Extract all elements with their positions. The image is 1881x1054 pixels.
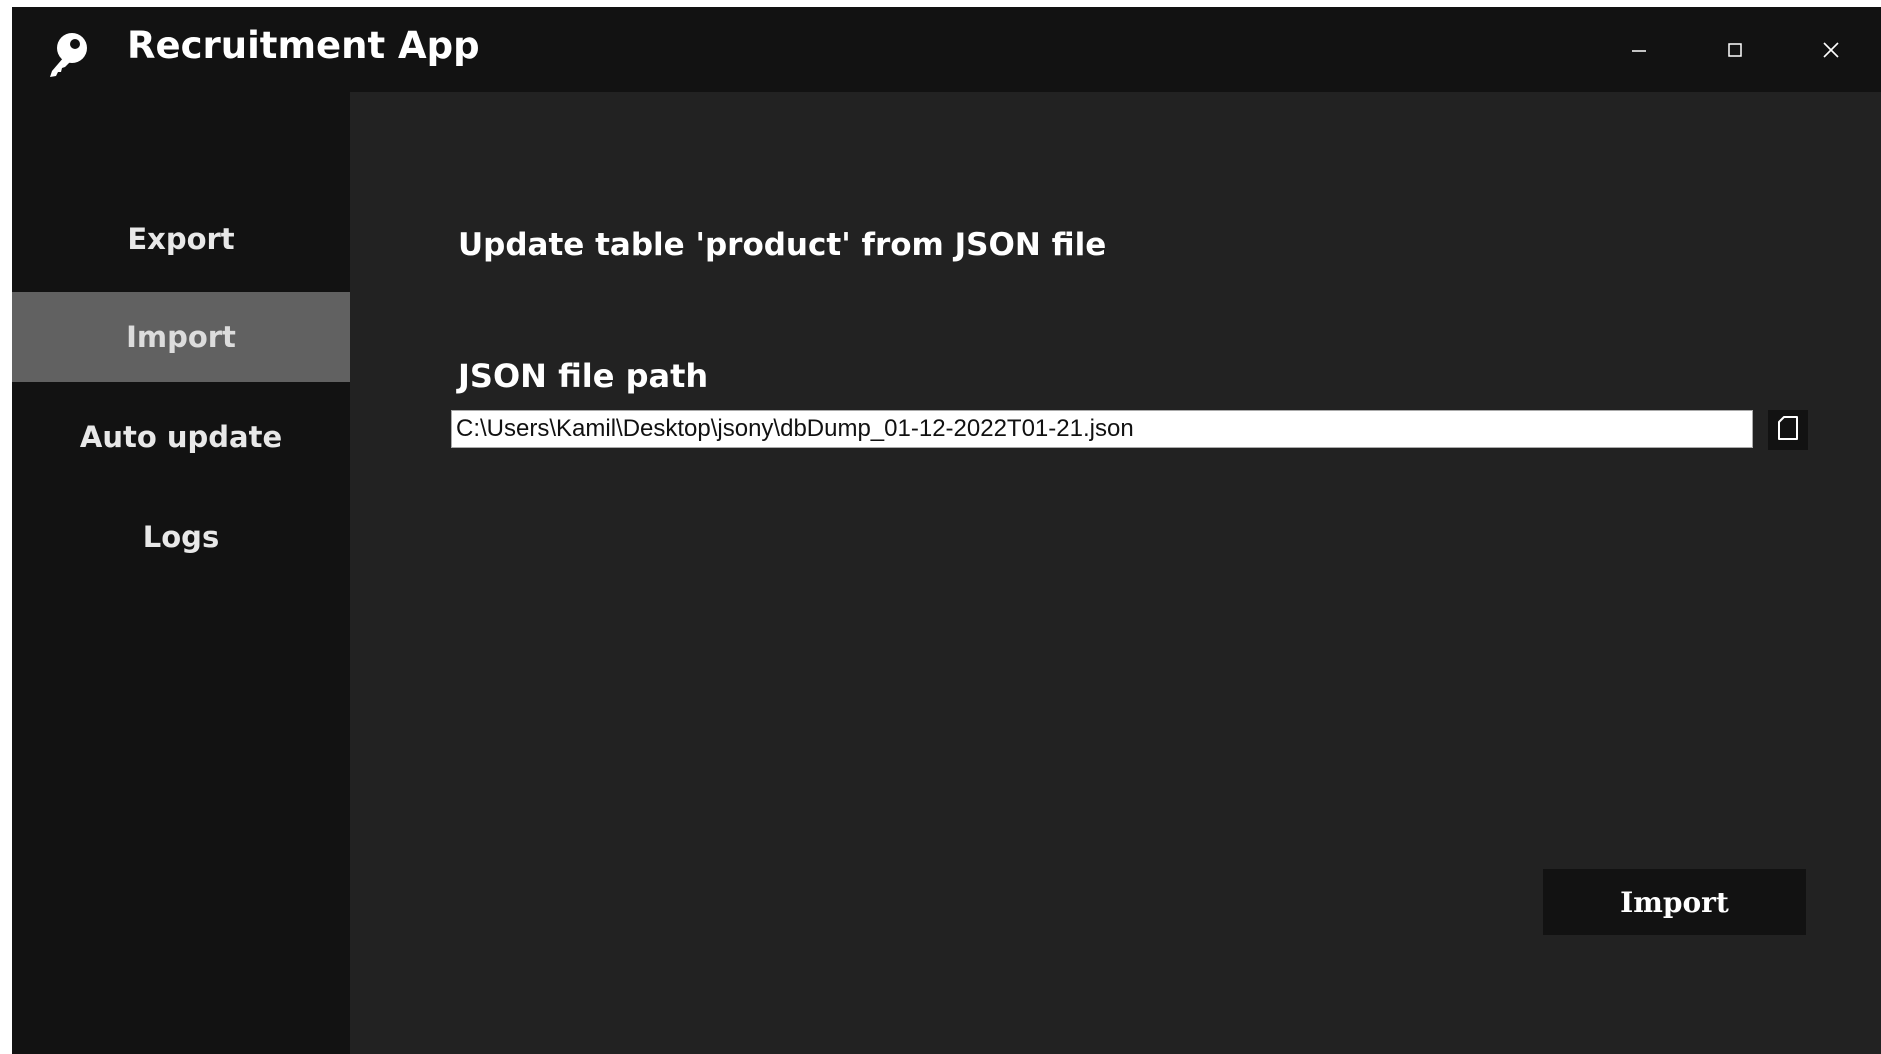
browse-file-button[interactable] <box>1768 410 1808 450</box>
sidebar-item-label: Import <box>126 320 236 354</box>
sidebar-item-label: Export <box>127 222 235 256</box>
minimize-button[interactable] <box>1609 27 1669 77</box>
key-icon <box>42 29 92 79</box>
sidebar-item-label: Auto update <box>79 420 283 454</box>
file-icon <box>1775 414 1801 446</box>
minimize-icon <box>1629 40 1649 64</box>
page-title: Update table 'product' from JSON file <box>458 227 1107 263</box>
close-button[interactable] <box>1801 27 1861 77</box>
close-icon <box>1821 40 1841 64</box>
sidebar-item-logs[interactable]: Logs <box>12 492 350 582</box>
sidebar: Export Import Auto update Logs <box>12 92 350 1054</box>
maximize-button[interactable] <box>1705 27 1765 77</box>
maximize-icon <box>1725 40 1745 64</box>
sidebar-item-export[interactable]: Export <box>12 194 350 284</box>
title-bar: Recruitment App <box>12 7 1881 92</box>
main-content: Update table 'product' from JSON file JS… <box>350 92 1881 1054</box>
app-title: Recruitment App <box>127 24 480 67</box>
app-window: Recruitment App Export Import Auto updat… <box>12 7 1881 1054</box>
file-path-input[interactable] <box>451 410 1753 448</box>
sidebar-item-label: Logs <box>142 520 220 554</box>
file-path-label: JSON file path <box>458 357 709 395</box>
import-button[interactable]: Import <box>1543 869 1806 935</box>
sidebar-item-auto-update[interactable]: Auto update <box>12 392 350 482</box>
sidebar-item-import[interactable]: Import <box>12 292 350 382</box>
